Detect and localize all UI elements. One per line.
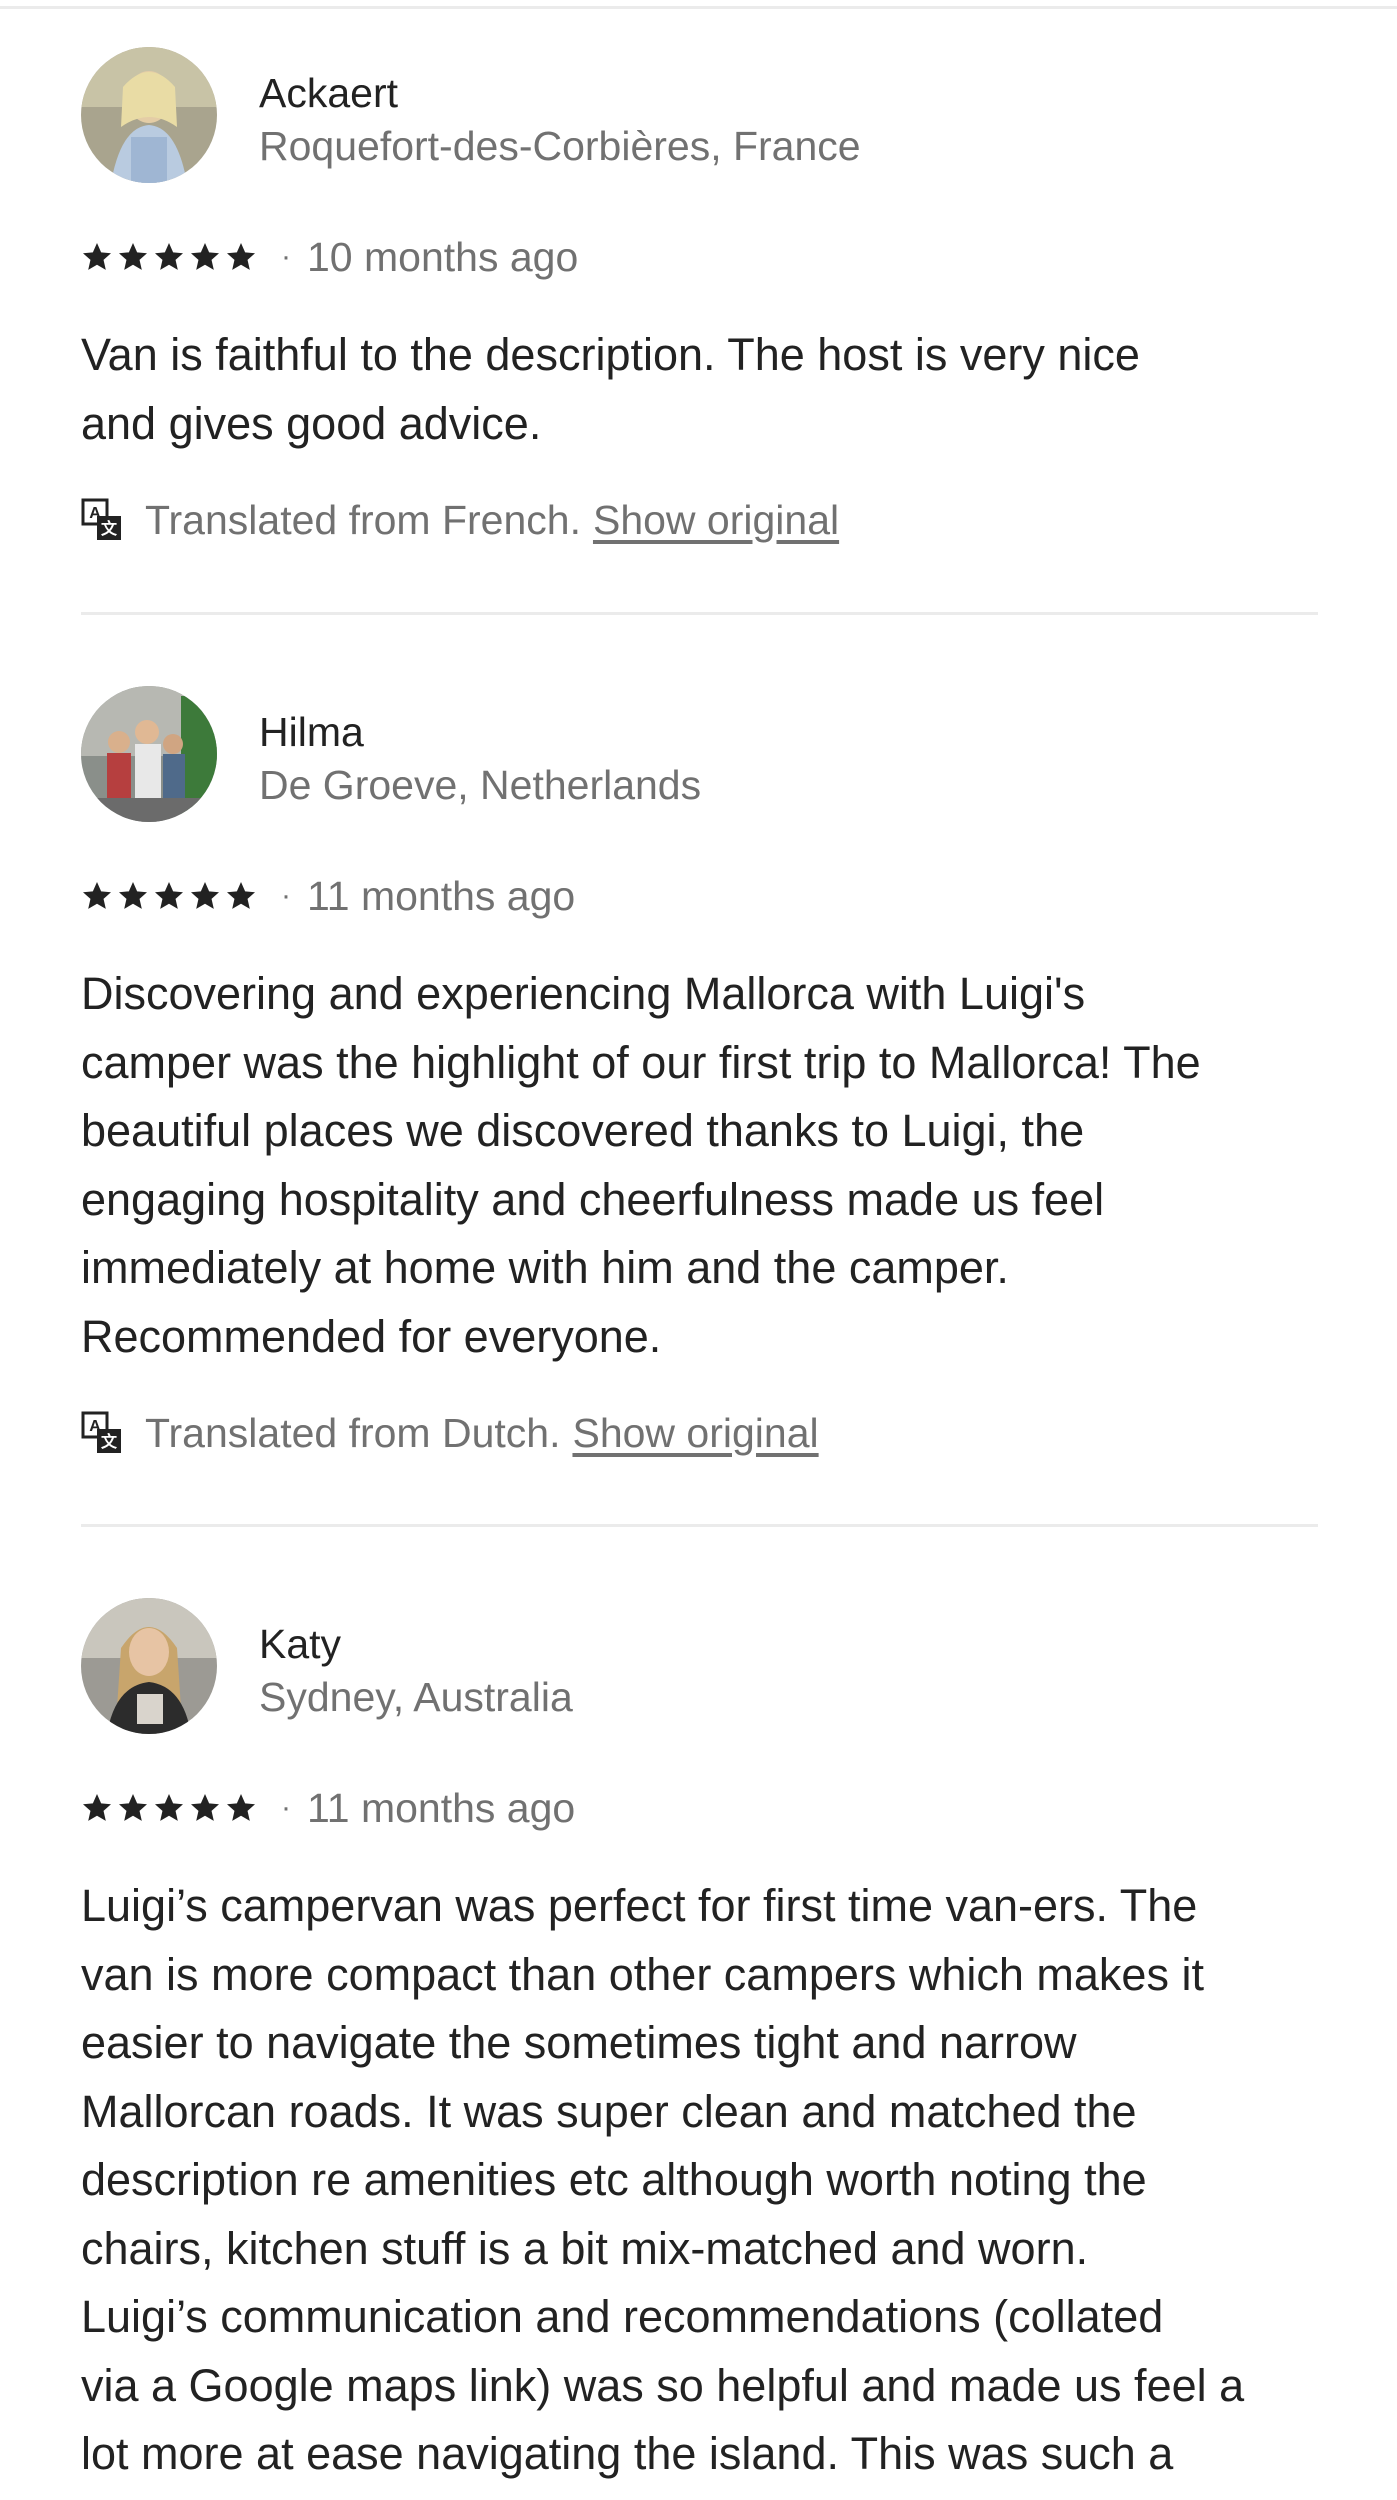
star-icon — [119, 882, 147, 909]
avatar[interactable] — [81, 47, 217, 183]
avatar[interactable] — [81, 686, 217, 822]
star-icon — [191, 243, 219, 270]
top-divider — [0, 6, 1397, 9]
star-rating — [81, 1792, 257, 1824]
review-card: Katy Sydney, Australia · 11 months ago L… — [81, 1598, 1318, 2489]
review-date: 11 months ago — [307, 872, 576, 919]
reviewer-location: Roquefort-des-Corbières, France — [259, 123, 861, 169]
reviews-page: Ackaert Roquefort-des-Corbières, France … — [0, 0, 1397, 2500]
separator-dot: · — [281, 1791, 291, 1824]
show-original-link[interactable]: Show original — [593, 497, 839, 544]
star-icon — [227, 1794, 255, 1821]
star-icon — [83, 882, 111, 909]
svg-text:文: 文 — [101, 1432, 118, 1451]
rating-row: · 11 months ago — [81, 868, 1318, 924]
star-icon — [83, 243, 111, 270]
star-icon — [155, 243, 183, 270]
translated-from-label: Translated from Dutch. — [145, 1409, 561, 1456]
review-date: 11 months ago — [307, 1784, 576, 1831]
reviewer-name: Hilma — [259, 709, 364, 755]
star-rating — [81, 880, 257, 912]
translation-note: A 文 Translated from Dutch. Show original — [81, 1405, 1318, 1461]
translate-icon: A 文 — [81, 1411, 121, 1453]
translated-from-label: Translated from French. — [145, 496, 581, 543]
review-header: Ackaert Roquefort-des-Corbières, France — [81, 47, 1318, 187]
star-icon — [119, 1794, 147, 1821]
review-header: Hilma De Groeve, Netherlands — [81, 686, 1318, 826]
translate-icon: A 文 — [81, 498, 121, 540]
star-rating — [81, 241, 257, 273]
avatar[interactable] — [81, 1598, 217, 1734]
star-icon — [191, 1794, 219, 1821]
reviewer-location: Sydney, Australia — [259, 1674, 573, 1720]
review-text: Discovering and experiencing Mallorca wi… — [81, 968, 1201, 1362]
star-icon — [155, 1794, 183, 1821]
star-icon — [83, 1794, 111, 1821]
star-icon — [227, 882, 255, 909]
star-icon — [227, 243, 255, 270]
reviewer-location: De Groeve, Netherlands — [259, 762, 702, 808]
review-header: Katy Sydney, Australia — [81, 1598, 1318, 1738]
rating-row: · 10 months ago — [81, 229, 1318, 285]
svg-text:文: 文 — [101, 519, 118, 538]
review-date: 10 months ago — [307, 233, 579, 280]
review-text: Luigi’s campervan was perfect for first … — [81, 1880, 1245, 2479]
review-text: Van is faithful to the description. The … — [81, 329, 1140, 449]
separator-dot: · — [281, 879, 291, 912]
review-divider — [81, 612, 1318, 615]
separator-dot: · — [281, 240, 291, 273]
star-icon — [155, 882, 183, 909]
review-divider — [81, 1524, 1318, 1527]
show-original-link[interactable]: Show original — [572, 1410, 818, 1457]
translation-note: A 文 Translated from French. Show origina… — [81, 492, 1318, 548]
reviewer-name: Ackaert — [259, 70, 398, 116]
star-icon — [119, 243, 147, 270]
rating-row: · 11 months ago — [81, 1780, 1318, 1836]
review-card: Hilma De Groeve, Netherlands · 11 months… — [81, 686, 1318, 1461]
star-icon — [191, 882, 219, 909]
review-card: Ackaert Roquefort-des-Corbières, France … — [81, 47, 1318, 548]
reviewer-name: Katy — [259, 1621, 342, 1667]
